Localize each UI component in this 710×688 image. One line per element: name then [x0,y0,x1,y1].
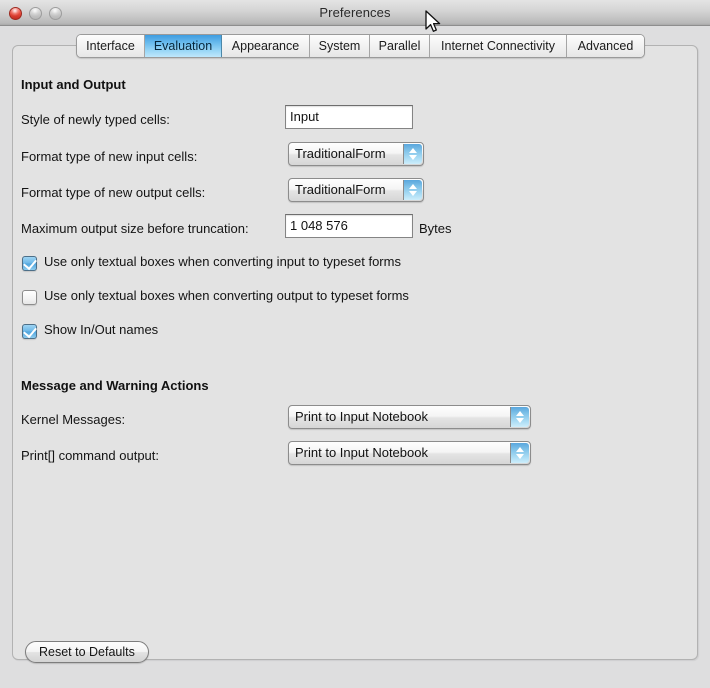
tab-appearance[interactable]: Appearance [222,35,310,57]
tab-interface[interactable]: Interface [77,35,145,57]
label-print-command-output: Print[] command output: [21,448,160,463]
format-type-new-input-cells-popup[interactable]: TraditionalForm [288,142,424,166]
tab-advanced[interactable]: Advanced [567,35,644,57]
preferences-panel: Input and Output Style of newly typed ce… [12,45,698,663]
check-icon [23,323,37,339]
label-style-of-newly-typed-cells: Style of newly typed cells: [21,112,170,127]
label-format-type-new-output-cells: Format type of new output cells: [21,185,206,200]
print-command-output-value: Print to Input Notebook [295,445,428,460]
label-maximum-output-size: Maximum output size before truncation: [21,221,249,236]
checkbox-label-textual-boxes-input: Use only textual boxes when converting i… [44,254,401,269]
tab-system[interactable]: System [310,35,370,57]
section-title-message-warning-actions: Message and Warning Actions [21,378,209,393]
window-titlebar: Preferences [0,0,710,26]
format-type-new-output-cells-value: TraditionalForm [295,182,386,197]
maximum-output-size-units: Bytes [419,221,452,236]
reset-to-defaults-button[interactable]: Reset to Defaults [25,641,149,663]
stepper-arrows-icon[interactable] [403,144,422,164]
kernel-messages-value: Print to Input Notebook [295,409,428,424]
stepper-arrows-icon[interactable] [510,407,529,427]
checkbox-show-in-out-names[interactable] [22,323,37,339]
checkbox-textual-boxes-input[interactable] [22,255,37,271]
format-type-new-output-cells-popup[interactable]: TraditionalForm [288,178,424,202]
preferences-window: Preferences Input and Output Style of ne… [0,0,710,688]
preferences-tabbar: Interface Evaluation Appearance System Paral… [76,34,645,58]
kernel-messages-popup[interactable]: Print to Input Notebook [288,405,531,429]
style-of-newly-typed-cells-input[interactable]: Input [285,105,413,129]
window-title: Preferences [319,5,391,20]
tab-internet-connectivity[interactable]: Internet Connectivity [430,35,567,57]
checkbox-label-textual-boxes-output: Use only textual boxes when converting o… [44,288,409,303]
tab-evaluation[interactable]: Evaluation [145,35,222,57]
maximum-output-size-input[interactable]: 1 048 576 [285,214,413,238]
print-command-output-popup[interactable]: Print to Input Notebook [288,441,531,465]
label-kernel-messages: Kernel Messages: [21,412,126,427]
stepper-arrows-icon[interactable] [510,443,529,463]
tab-parallel[interactable]: Parallel [370,35,430,57]
label-format-type-new-input-cells: Format type of new input cells: [21,149,198,164]
format-type-new-input-cells-value: TraditionalForm [295,146,386,161]
check-icon [23,255,37,271]
checkbox-textual-boxes-output[interactable] [22,290,37,305]
stepper-arrows-icon[interactable] [403,180,422,200]
checkbox-label-show-in-out-names: Show In/Out names [44,322,159,337]
section-title-input-output: Input and Output [21,77,126,92]
